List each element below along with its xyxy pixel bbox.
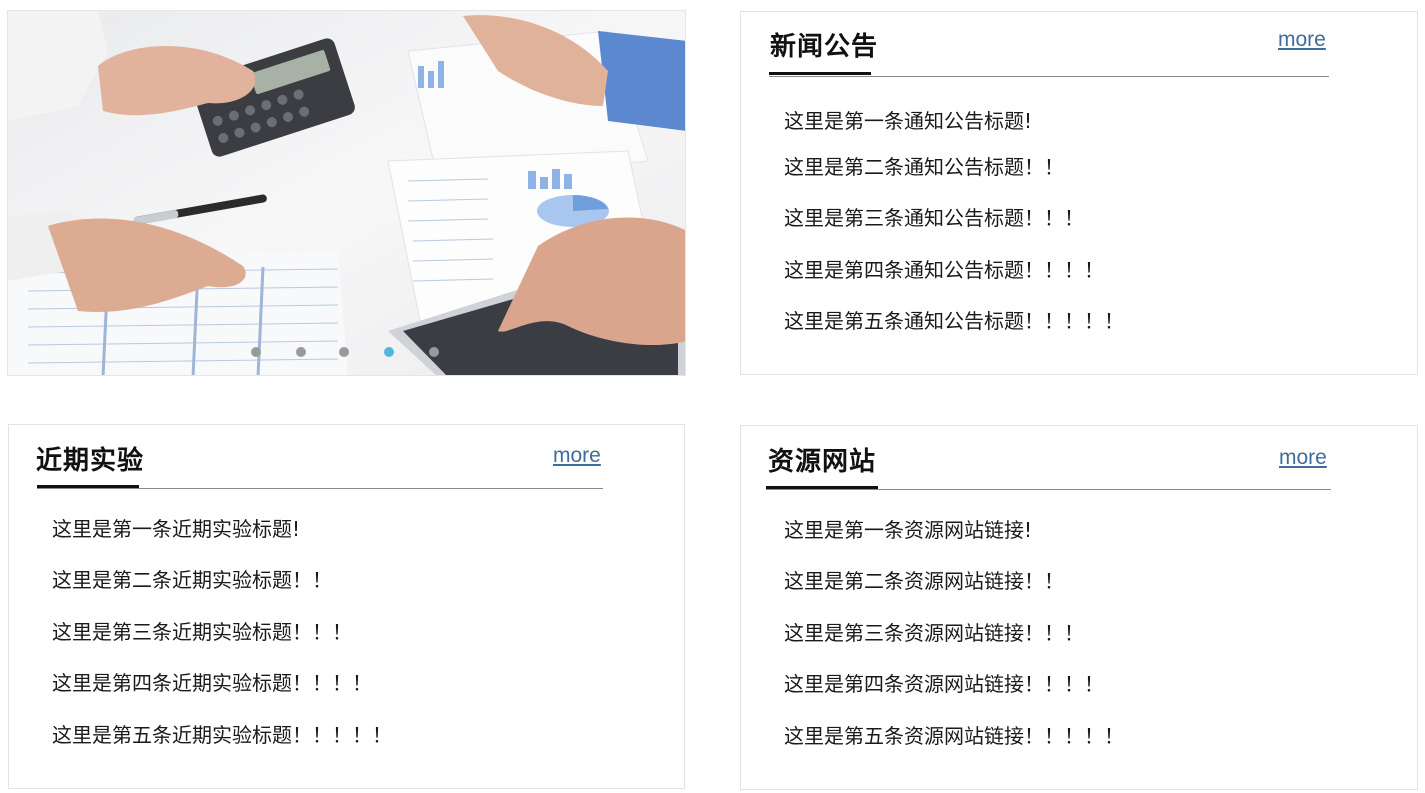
experiment-item[interactable]: 这里是第一条近期实验标题!: [52, 513, 300, 542]
resources-more-link[interactable]: more: [1279, 446, 1327, 470]
news-title: 新闻公告: [770, 32, 879, 62]
carousel-slide-image[interactable]: [8, 11, 686, 376]
resources-panel: 资源网站 more 这里是第一条资源网站链接! 这里是第二条资源网站链接！！ 这…: [740, 425, 1418, 790]
resource-item[interactable]: 这里是第五条资源网站链接！！！！！: [784, 720, 1124, 749]
experiment-item[interactable]: 这里是第三条近期实验标题！！！: [52, 616, 352, 645]
news-title-accent: [769, 72, 871, 75]
experiments-title: 近期实验: [36, 446, 145, 476]
news-item[interactable]: 这里是第三条通知公告标题！！！: [784, 202, 1084, 231]
resource-item[interactable]: 这里是第四条资源网站链接！！！！: [784, 668, 1104, 697]
resources-title: 资源网站: [768, 447, 877, 477]
news-panel: 新闻公告 more 这里是第一条通知公告标题! 这里是第二条通知公告标题！！ 这…: [740, 11, 1418, 375]
resources-title-accent: [766, 486, 878, 489]
news-item[interactable]: 这里是第二条通知公告标题！！: [784, 151, 1064, 180]
resources-list: 这里是第一条资源网站链接! 这里是第二条资源网站链接！！ 这里是第三条资源网站链…: [784, 514, 1384, 764]
image-carousel[interactable]: [7, 10, 686, 376]
news-list: 这里是第一条通知公告标题! 这里是第二条通知公告标题！！ 这里是第三条通知公告标…: [784, 105, 1384, 345]
resource-item[interactable]: 这里是第三条资源网站链接！！！: [784, 617, 1084, 646]
resource-item[interactable]: 这里是第一条资源网站链接!: [784, 514, 1032, 543]
news-title-rule: [769, 76, 1329, 77]
carousel-dot-2[interactable]: [296, 347, 306, 357]
carousel-dot-1[interactable]: [251, 347, 261, 357]
experiment-item[interactable]: 这里是第二条近期实验标题！！: [52, 564, 332, 593]
experiments-title-rule: [37, 488, 603, 489]
experiments-title-accent: [37, 485, 139, 488]
resource-item[interactable]: 这里是第二条资源网站链接！！: [784, 565, 1064, 594]
experiments-more-link[interactable]: more: [553, 444, 601, 468]
news-item[interactable]: 这里是第五条通知公告标题！！！！！: [784, 305, 1124, 334]
page: 新闻公告 more 这里是第一条通知公告标题! 这里是第二条通知公告标题！！ 这…: [0, 0, 1425, 793]
experiment-item[interactable]: 这里是第四条近期实验标题！！！！: [52, 667, 372, 696]
carousel-dot-5[interactable]: [429, 347, 439, 357]
experiments-panel: 近期实验 more 这里是第一条近期实验标题! 这里是第二条近期实验标题！！ 这…: [8, 424, 685, 789]
news-more-link[interactable]: more: [1278, 28, 1326, 52]
news-item[interactable]: 这里是第四条通知公告标题！！！！: [784, 254, 1104, 283]
experiments-list: 这里是第一条近期实验标题! 这里是第二条近期实验标题！！ 这里是第三条近期实验标…: [52, 513, 652, 763]
news-item[interactable]: 这里是第一条通知公告标题!: [784, 105, 1032, 134]
experiment-item[interactable]: 这里是第五条近期实验标题！！！！！: [52, 719, 392, 748]
carousel-dot-4-active[interactable]: [384, 347, 394, 357]
carousel-dot-3[interactable]: [339, 347, 349, 357]
carousel-indicators: [8, 347, 685, 359]
resources-title-rule: [766, 489, 1331, 490]
